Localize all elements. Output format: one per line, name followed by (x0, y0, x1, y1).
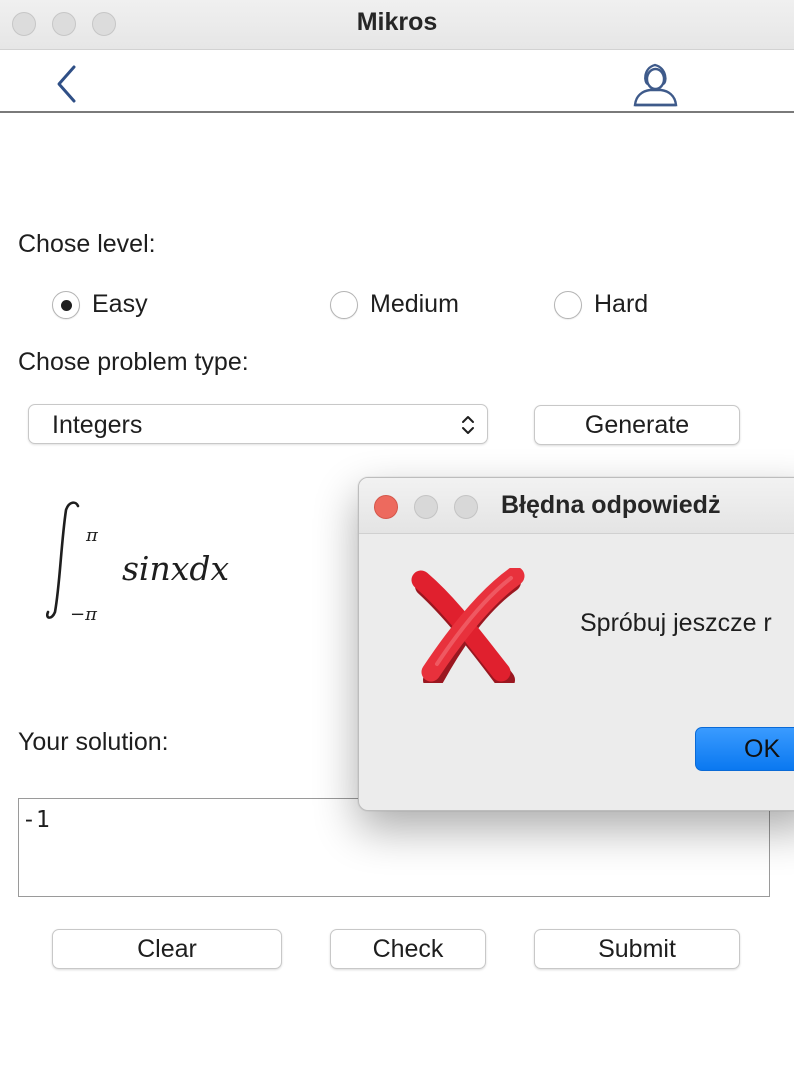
navigation-bar (0, 51, 794, 113)
user-profile-icon[interactable] (630, 59, 682, 109)
dialog-zoom-button[interactable] (454, 495, 478, 519)
problem-type-value: Integers (52, 411, 143, 439)
dialog-title: Błędna odpowiedż (501, 491, 721, 519)
ok-button[interactable]: OK (695, 727, 794, 771)
back-arrow-icon[interactable] (52, 63, 82, 105)
window-titlebar: Mikros (0, 0, 794, 50)
solution-textarea[interactable]: -1 (18, 798, 770, 897)
dialog-minimize-button[interactable] (414, 495, 438, 519)
integral-lower-limit: −π (70, 604, 98, 625)
chevron-up-down-icon (462, 416, 474, 434)
radio-easy-indicator[interactable] (52, 290, 80, 319)
radio-medium[interactable]: Medium (330, 290, 459, 319)
solution-label: Your solution: (18, 728, 169, 756)
radio-medium-indicator[interactable] (330, 290, 358, 319)
wrong-answer-dialog: Błędna odpowiedż Spróbuj jeszcze r OK (358, 477, 794, 811)
radio-easy-label: Easy (92, 290, 148, 318)
integral-upper-limit: π (85, 525, 99, 546)
clear-button[interactable]: Clear (52, 929, 282, 969)
radio-easy[interactable]: Easy (52, 290, 148, 319)
integral-sign-icon (46, 501, 80, 619)
radio-medium-label: Medium (370, 290, 459, 318)
radio-hard[interactable]: Hard (554, 290, 648, 319)
integral-formula: π −π sinxdx (46, 501, 229, 625)
dialog-close-button[interactable] (374, 495, 398, 519)
level-label: Chose level: (18, 230, 156, 258)
radio-hard-indicator[interactable] (554, 290, 582, 319)
dialog-titlebar: Błędna odpowiedż (359, 478, 794, 534)
problem-type-label: Chose problem type: (18, 348, 249, 376)
check-button[interactable]: Check (330, 929, 486, 969)
radio-hard-label: Hard (594, 290, 649, 318)
dialog-message: Spróbuj jeszcze r (580, 609, 772, 637)
problem-type-select[interactable]: Integers (28, 404, 488, 444)
window-title: Mikros (356, 8, 438, 36)
generate-button[interactable]: Generate (534, 405, 740, 445)
integrand: sinxdx (122, 549, 229, 588)
error-x-icon (411, 568, 525, 683)
submit-button[interactable]: Submit (534, 929, 740, 969)
